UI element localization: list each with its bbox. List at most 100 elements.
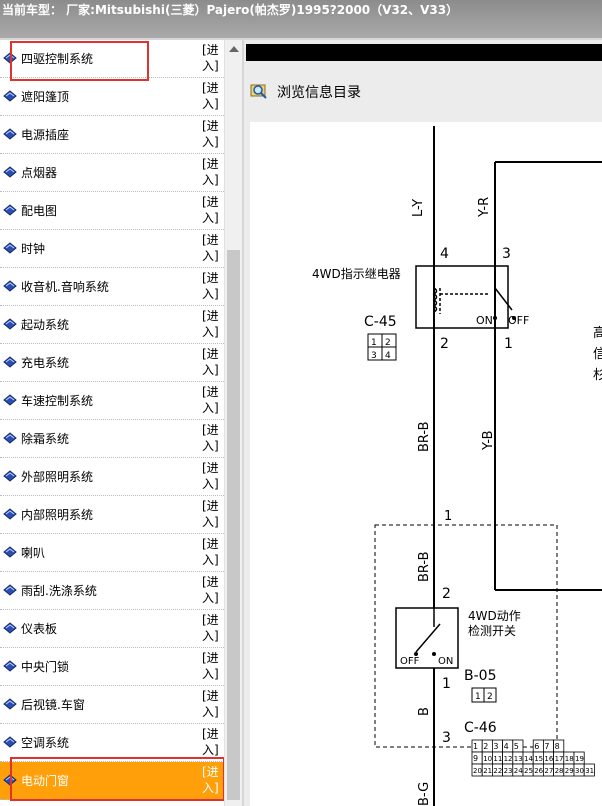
- enter-link-text: [进: [202, 537, 219, 551]
- enter-link-text: 入]: [202, 97, 219, 111]
- enter-link[interactable]: [进 入]: [202, 498, 220, 530]
- pin-1b: 1: [444, 509, 452, 524]
- main-panel: 浏览信息目录 L-Y Y-R 4 3 4WD指示继电器 C-45 1 2 3 4…: [244, 40, 602, 806]
- browse-directory-link[interactable]: 浏览信息目录: [246, 76, 602, 106]
- enter-link[interactable]: [进 入]: [202, 270, 220, 302]
- list-item[interactable]: 电动门窗 [进 入]: [0, 762, 224, 800]
- enter-link[interactable]: [进入]: [202, 232, 220, 264]
- connector-c46: C-46: [464, 720, 497, 736]
- list-item-label: 仪表板: [21, 622, 58, 636]
- scroll-up-arrow-icon[interactable]: [229, 46, 239, 52]
- system-list: 四驱控制系统 [进 入] 遮阳篷顶 [进 入] 电源插座 [进 入] 点烟器 [进 入] 配电图 [进 入]…: [0, 40, 224, 800]
- list-item[interactable]: 空调系统 [进 入]: [0, 724, 224, 762]
- c46-pin-label: 26: [534, 767, 543, 775]
- sidebar: 四驱控制系统 [进 入] 遮阳篷顶 [进 入] 电源插座 [进 入] 点烟器 [进 入] 配电图 [进 入]…: [0, 40, 242, 806]
- list-item[interactable]: 点烟器 [进 入]: [0, 154, 224, 192]
- enter-link-text: 入]: [202, 515, 219, 529]
- c46-pin-label: 15: [534, 755, 543, 763]
- list-item[interactable]: 遮阳篷顶 [进 入]: [0, 78, 224, 116]
- enter-link-text: 入]: [202, 629, 219, 643]
- c45-pin-3: 3: [371, 351, 377, 361]
- list-item-label: 点烟器: [21, 166, 58, 180]
- c46-pin-label: 6: [534, 742, 539, 751]
- list-item[interactable]: 喇叭 [进 入]: [0, 534, 224, 572]
- enter-link[interactable]: [进 入]: [202, 422, 220, 454]
- enter-link-text: 入]: [202, 211, 219, 225]
- relay-label: 4WD指示继电器: [312, 266, 401, 281]
- c45-pin-1: 1: [371, 338, 377, 348]
- enter-link[interactable]: [进入]: [202, 612, 220, 644]
- enter-link-text: [进: [202, 689, 219, 703]
- enter-link[interactable]: [进 入]: [202, 384, 220, 416]
- enter-link[interactable]: [进 入]: [202, 156, 220, 188]
- enter-link-text: [进: [202, 233, 219, 247]
- enter-link-text: 入]: [202, 135, 219, 149]
- switch-label-2: 检测开关: [468, 623, 516, 638]
- enter-link-text: 入]: [202, 249, 219, 263]
- list-item[interactable]: 后视镜.车窗 [进入]: [0, 686, 224, 724]
- enter-link-text: [进: [202, 613, 219, 627]
- enter-link[interactable]: [进 入]: [202, 726, 220, 758]
- enter-link-text: [进: [202, 385, 219, 399]
- list-item[interactable]: 四驱控制系统 [进 入]: [0, 40, 224, 78]
- list-item[interactable]: 雨刮.洗涤系统 [进 入]: [0, 572, 224, 610]
- list-item[interactable]: 中央门锁 [进 入]: [0, 648, 224, 686]
- wire-label-brb: BR-B: [417, 421, 432, 452]
- c46-pin-label: 22: [493, 767, 502, 775]
- enter-link[interactable]: [进入]: [202, 688, 220, 720]
- c46-pin-label: 4: [504, 742, 509, 751]
- enter-link[interactable]: [进 入]: [202, 308, 220, 340]
- enter-link-text: [进: [202, 271, 219, 285]
- enter-link-text: [进: [202, 651, 219, 665]
- book-icon: [3, 204, 17, 216]
- c46-pin-label: 28: [555, 767, 564, 775]
- book-icon: [3, 394, 17, 406]
- c45-pin-2: 2: [385, 338, 391, 348]
- enter-link[interactable]: [进 入]: [202, 118, 220, 150]
- enter-link[interactable]: [进 入]: [202, 764, 220, 796]
- list-item[interactable]: 仪表板 [进入]: [0, 610, 224, 648]
- wire-label-yr: Y-R: [477, 197, 492, 218]
- enter-link-text: 入]: [202, 553, 219, 567]
- enter-link[interactable]: [进 入]: [202, 460, 220, 492]
- c46-pin-label: 24: [514, 767, 523, 775]
- wire-label-yb: Y-B: [481, 430, 496, 451]
- enter-link-text: 入]: [202, 743, 219, 757]
- relay-on: ON: [476, 314, 493, 327]
- c46-pin-label: 11: [493, 755, 502, 763]
- list-item[interactable]: 起动系统 [进 入]: [0, 306, 224, 344]
- connector-c45: C-45: [364, 314, 397, 330]
- list-item[interactable]: 电源插座 [进 入]: [0, 116, 224, 154]
- enter-link[interactable]: [进 入]: [202, 574, 220, 606]
- list-item[interactable]: 外部照明系统 [进 入]: [0, 458, 224, 496]
- enter-link[interactable]: [进入]: [202, 536, 220, 568]
- enter-link[interactable]: [进 入]: [202, 194, 220, 226]
- enter-link-text: [进: [202, 43, 219, 57]
- enter-link-text: 入]: [202, 59, 219, 73]
- list-item-label: 遮阳篷顶: [21, 90, 70, 104]
- enter-link[interactable]: [进 入]: [202, 80, 220, 112]
- list-item[interactable]: 除霜系统 [进 入]: [0, 420, 224, 458]
- list-item[interactable]: 充电系统 [进 入]: [0, 344, 224, 382]
- book-icon: [3, 660, 17, 672]
- list-item-label: 收音机.音响系统: [21, 280, 109, 294]
- list-item-label: 后视镜.车窗: [21, 698, 85, 712]
- relay-off: OFF: [508, 314, 529, 327]
- wiring-diagram-svg: L-Y Y-R 4 3 4WD指示继电器 C-45 1 2 3 4 2 1 ON…: [312, 126, 602, 806]
- list-item[interactable]: 配电图 [进 入]: [0, 192, 224, 230]
- enter-link-text: 入]: [202, 173, 219, 187]
- list-item[interactable]: 收音机.音响系统 [进 入]: [0, 268, 224, 306]
- list-item[interactable]: 车速控制系统 [进 入]: [0, 382, 224, 420]
- list-item[interactable]: 内部照明系统 [进 入]: [0, 496, 224, 534]
- enter-link[interactable]: [进 入]: [202, 650, 220, 682]
- enter-link-text: 入]: [202, 705, 219, 719]
- sidebar-scrollbar[interactable]: [224, 40, 242, 806]
- list-item-label: 起动系统: [21, 318, 70, 332]
- scroll-thumb[interactable]: [227, 250, 240, 800]
- list-item[interactable]: 时钟 [进 入]: [0, 230, 224, 268]
- c46-pin-label: 25: [524, 767, 533, 775]
- c46-pin-label: 19: [575, 755, 584, 763]
- enter-link[interactable]: [进 入]: [202, 346, 220, 378]
- enter-link[interactable]: [进入]: [202, 42, 220, 74]
- enter-link-text: [进: [202, 347, 219, 361]
